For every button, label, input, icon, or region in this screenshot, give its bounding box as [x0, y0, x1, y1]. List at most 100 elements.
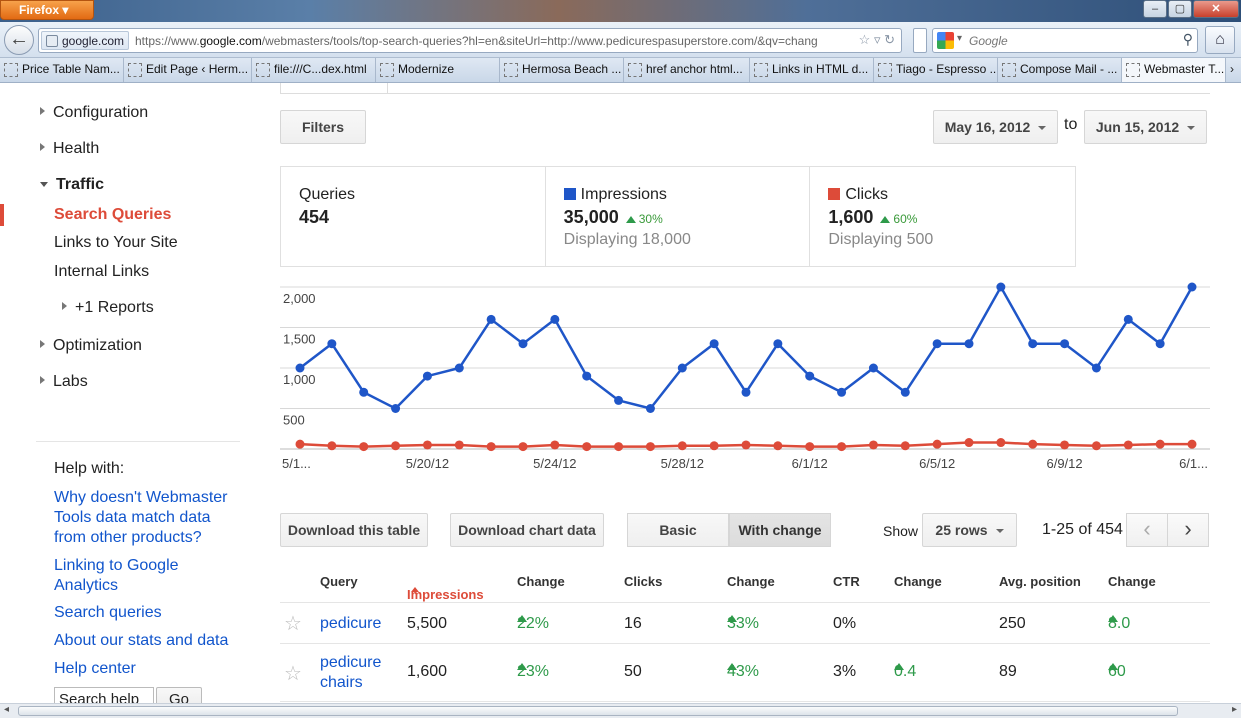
end-date-dropdown[interactable]: Jun 15, 2012 [1084, 110, 1207, 144]
tab[interactable] [280, 83, 388, 94]
history-dropdown-icon[interactable]: ▿ [874, 32, 881, 47]
bookmarks-overflow-icon[interactable]: › [1226, 58, 1234, 82]
impressions-cell: 5,500 [407, 615, 448, 632]
stat-label: Queries [299, 186, 356, 203]
bookmark-item[interactable]: Hermosa Beach ... [500, 58, 624, 82]
bookmark-item[interactable]: Webmaster T... [1122, 58, 1226, 82]
download-table-button[interactable]: Download this table [280, 513, 428, 547]
expand-triangle-icon [40, 143, 45, 151]
nav-labs[interactable]: Labs [40, 373, 88, 391]
home-button[interactable]: ⌂ [1205, 26, 1235, 54]
nav-health[interactable]: Health [40, 140, 99, 158]
back-button[interactable]: ← [4, 25, 34, 55]
bookmark-item[interactable]: Modernize [376, 58, 500, 82]
data-point [1028, 339, 1038, 349]
maximize-button[interactable]: ▢ [1168, 0, 1192, 18]
sort-ascending-icon [411, 587, 419, 592]
column-header-change[interactable]: Change [727, 574, 775, 589]
clicks-stat[interactable]: Clicks 1,600 60% Displaying 500 [810, 167, 1075, 266]
bookmark-item[interactable]: Price Table Nam... [0, 58, 124, 82]
google-search-engine-icon[interactable] [937, 32, 954, 49]
next-page-button[interactable]: › [1167, 513, 1209, 547]
summary-stats: Queries 454 Impressions 35,000 30% Displ… [280, 166, 1076, 267]
position-cell: 89 [999, 663, 1017, 680]
help-link[interactable]: Why doesn't Webmaster Tools data match d… [54, 488, 234, 548]
column-header-change[interactable]: Change [1108, 574, 1156, 589]
site-identity-button[interactable]: google.com [41, 31, 130, 50]
nav-internal-links[interactable]: Internal Links [54, 263, 149, 281]
scroll-left-icon[interactable]: ◂ [4, 704, 9, 715]
bookmark-item[interactable]: Links in HTML d... [750, 58, 874, 82]
search-bar[interactable]: ▾ Google ⚲ [932, 28, 1198, 53]
impressions-stat[interactable]: Impressions 35,000 30% Displaying 18,000 [546, 167, 811, 266]
search-go-icon[interactable]: ⚲ [1183, 31, 1193, 48]
star-icon[interactable]: ☆ [284, 661, 302, 686]
start-date-dropdown[interactable]: May 16, 2012 [933, 110, 1058, 144]
star-icon[interactable]: ☆ [284, 611, 302, 636]
data-point [741, 440, 751, 450]
y-tick-label: 2,000 [283, 291, 316, 306]
with-change-toggle[interactable]: With change [729, 513, 831, 547]
line-chart[interactable]: 2,000 1,500 1,000 500 5/1... 5/20/12 5/24/12 5/… [280, 279, 1210, 479]
filters-button[interactable]: Filters [280, 110, 366, 144]
data-point [295, 439, 305, 449]
impressions-cell: 1,600 [407, 663, 448, 680]
scrollbar-thumb[interactable] [18, 706, 1178, 716]
navigation-toolbar: ← google.com https://www.google.com/webm… [0, 22, 1241, 58]
data-point [327, 441, 337, 451]
dropdown-caret-icon [1187, 126, 1196, 130]
bookmark-item[interactable]: file:///C...dex.html [252, 58, 376, 82]
column-header-change[interactable]: Change [517, 574, 565, 589]
close-button[interactable]: ✕ [1193, 0, 1239, 18]
nav-links-to-your-site[interactable]: Links to Your Site [54, 234, 178, 252]
data-point [964, 438, 974, 448]
data-point [837, 387, 847, 397]
firefox-menu-button[interactable]: Firefox ▾ [0, 0, 94, 20]
bookmark-star-icon[interactable]: ☆ [859, 32, 871, 47]
clicks-cell: 16 [624, 615, 642, 632]
column-header-ctr[interactable]: CTR [833, 574, 860, 589]
query-link[interactable]: pedicure chairs [320, 653, 390, 693]
minimize-button[interactable]: ‒ [1143, 0, 1167, 18]
download-chart-button[interactable]: Download chart data [450, 513, 604, 547]
nav-plus1-reports[interactable]: +1 Reports [62, 299, 154, 317]
expand-triangle-icon [40, 376, 45, 384]
column-header-clicks[interactable]: Clicks [624, 574, 662, 589]
basic-toggle[interactable]: Basic [627, 513, 729, 547]
up-arrow-icon [880, 216, 891, 223]
go-button[interactable]: Go [156, 687, 202, 703]
help-link[interactable]: Linking to Google Analytics [54, 556, 234, 596]
nav-search-queries[interactable]: Search Queries [54, 206, 171, 224]
collapse-triangle-icon [40, 182, 48, 187]
data-point [1060, 339, 1070, 349]
view-tabs [280, 83, 1210, 94]
reload-icon[interactable]: ↻ [884, 32, 895, 47]
data-point [932, 339, 942, 349]
rows-per-page-dropdown[interactable]: 25 rows [922, 513, 1017, 547]
stat-value: 1,600 [828, 207, 874, 227]
bookmark-item[interactable]: Tiago - Espresso ... [874, 58, 998, 82]
nav-optimization[interactable]: Optimization [40, 337, 142, 355]
column-header-change[interactable]: Change [894, 574, 942, 589]
nav-configuration[interactable]: Configuration [40, 104, 148, 122]
search-engine-dropdown-icon[interactable]: ▾ [957, 33, 962, 44]
column-header-query[interactable]: Query [320, 574, 358, 589]
data-point [454, 363, 464, 373]
prev-page-button[interactable]: ‹ [1126, 513, 1168, 547]
help-link[interactable]: Help center [54, 659, 234, 679]
data-point [582, 371, 592, 381]
url-text[interactable]: https://www.google.com/webmasters/tools/… [135, 34, 843, 48]
bookmark-item[interactable]: Edit Page ‹ Herm... [124, 58, 252, 82]
bookmark-item[interactable]: Compose Mail - ... [998, 58, 1122, 82]
address-bar[interactable]: google.com https://www.google.com/webmas… [38, 28, 902, 53]
horizontal-scrollbar[interactable]: ◂ ▸ [0, 703, 1241, 718]
help-link[interactable]: About our stats and data [54, 631, 234, 651]
column-header-avg-position[interactable]: Avg. position [999, 574, 1081, 589]
scroll-right-icon[interactable]: ▸ [1232, 704, 1237, 715]
nav-traffic[interactable]: Traffic [40, 176, 104, 194]
bookmark-item[interactable]: href anchor html... [624, 58, 750, 82]
queries-stat: Queries 454 [281, 167, 546, 266]
query-link[interactable]: pedicure [320, 615, 381, 633]
search-help-input[interactable]: Search help [54, 687, 154, 703]
help-link[interactable]: Search queries [54, 603, 234, 623]
